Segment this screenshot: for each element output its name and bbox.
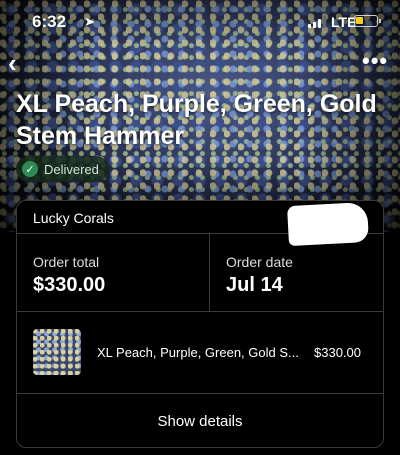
location-arrow-icon: ➤: [84, 14, 95, 29]
status-time: 6:32: [32, 12, 67, 31]
order-summary-row: Order total $330.00 Order date Jul 14: [17, 234, 383, 312]
order-item-row[interactable]: XL Peach, Purple, Green, Gold S... $330.…: [17, 312, 383, 394]
item-price: $330.00: [314, 345, 361, 360]
check-circle-icon: ✓: [22, 161, 38, 177]
show-details-label: Show details: [157, 413, 243, 430]
item-description: XL Peach, Purple, Green, Gold S...: [97, 345, 299, 360]
battery-icon: [354, 15, 381, 27]
redaction-mark: [287, 201, 369, 247]
product-title: XL Peach, Purple, Green, Gold Stem Hamme…: [16, 90, 377, 150]
status-badge: ✓ Delivered: [16, 156, 109, 182]
store-name: Lucky Corals: [33, 210, 114, 226]
order-date-value: Jul 14: [226, 274, 283, 296]
order-date-label: Order date: [226, 254, 293, 270]
signal-icon: [308, 16, 326, 28]
order-total-value: $330.00: [33, 274, 106, 296]
network-type: LTE: [331, 14, 357, 30]
item-thumbnail: [33, 329, 81, 375]
order-total-cell: Order total $330.00: [17, 234, 209, 311]
back-chevron-icon[interactable]: ‹: [8, 50, 17, 76]
status-bar: 6:32 ➤ LTE: [0, 10, 400, 34]
more-options-icon[interactable]: •••: [362, 50, 388, 72]
status-badge-label: Delivered: [44, 161, 99, 177]
order-total-label: Order total: [33, 254, 100, 270]
show-details-button[interactable]: Show details: [17, 394, 383, 447]
